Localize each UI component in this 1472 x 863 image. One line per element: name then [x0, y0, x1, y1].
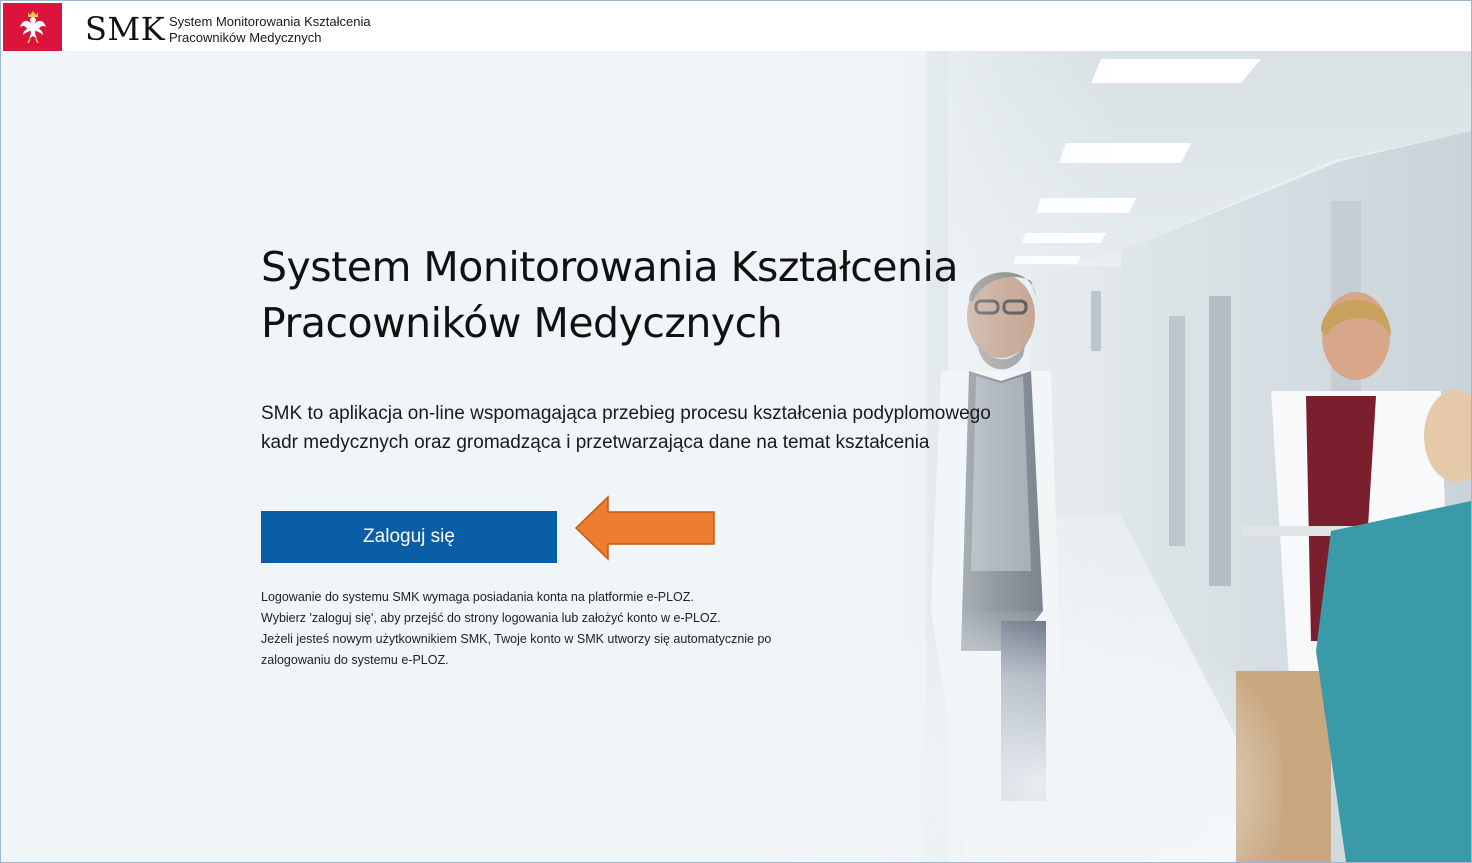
page-title-line2: Pracowników Medycznych	[261, 299, 783, 347]
brand-name-line2: Pracowników Medycznych	[169, 30, 322, 45]
login-info-line4: zalogowaniu do systemu e-PLOZ.	[261, 653, 449, 667]
login-info-line2: Wybierz 'zaloguj się', aby przejść do st…	[261, 611, 721, 625]
login-info-line3: Jeżeli jesteś nowym użytkownikiem SMK, T…	[261, 632, 772, 646]
hero-description-line1: SMK to aplikacja on-line wspomagająca pr…	[261, 403, 991, 424]
page-title: System Monitorowania Kształcenia Pracown…	[261, 239, 1021, 351]
brand-abbreviation[interactable]: SMK	[85, 9, 165, 49]
login-button[interactable]: Zaloguj się	[261, 511, 557, 563]
page-title-line1: System Monitorowania Kształcenia	[261, 243, 959, 291]
hero-description-line2: kadr medycznych oraz gromadząca i przetw…	[261, 432, 930, 453]
brand-full-name[interactable]: System Monitorowania Kształcenia Pracown…	[169, 14, 429, 46]
hero-content: System Monitorowania Kształcenia Pracown…	[261, 239, 1021, 667]
brand-name-line1: System Monitorowania Kształcenia	[169, 14, 371, 29]
background-fade-bottom	[881, 611, 1281, 862]
page-frame: SMK System Monitorowania Kształcenia Pra…	[0, 0, 1472, 863]
site-header: SMK System Monitorowania Kształcenia Pra…	[1, 1, 1471, 51]
polish-eagle-emblem-icon[interactable]	[3, 3, 62, 51]
hero-description: SMK to aplikacja on-line wspomagająca pr…	[261, 399, 1021, 457]
login-info-text: Logowanie do systemu SMK wymaga posiadan…	[261, 587, 801, 671]
login-info-line1: Logowanie do systemu SMK wymaga posiadan…	[261, 590, 694, 604]
left-arrow-icon	[574, 495, 715, 561]
